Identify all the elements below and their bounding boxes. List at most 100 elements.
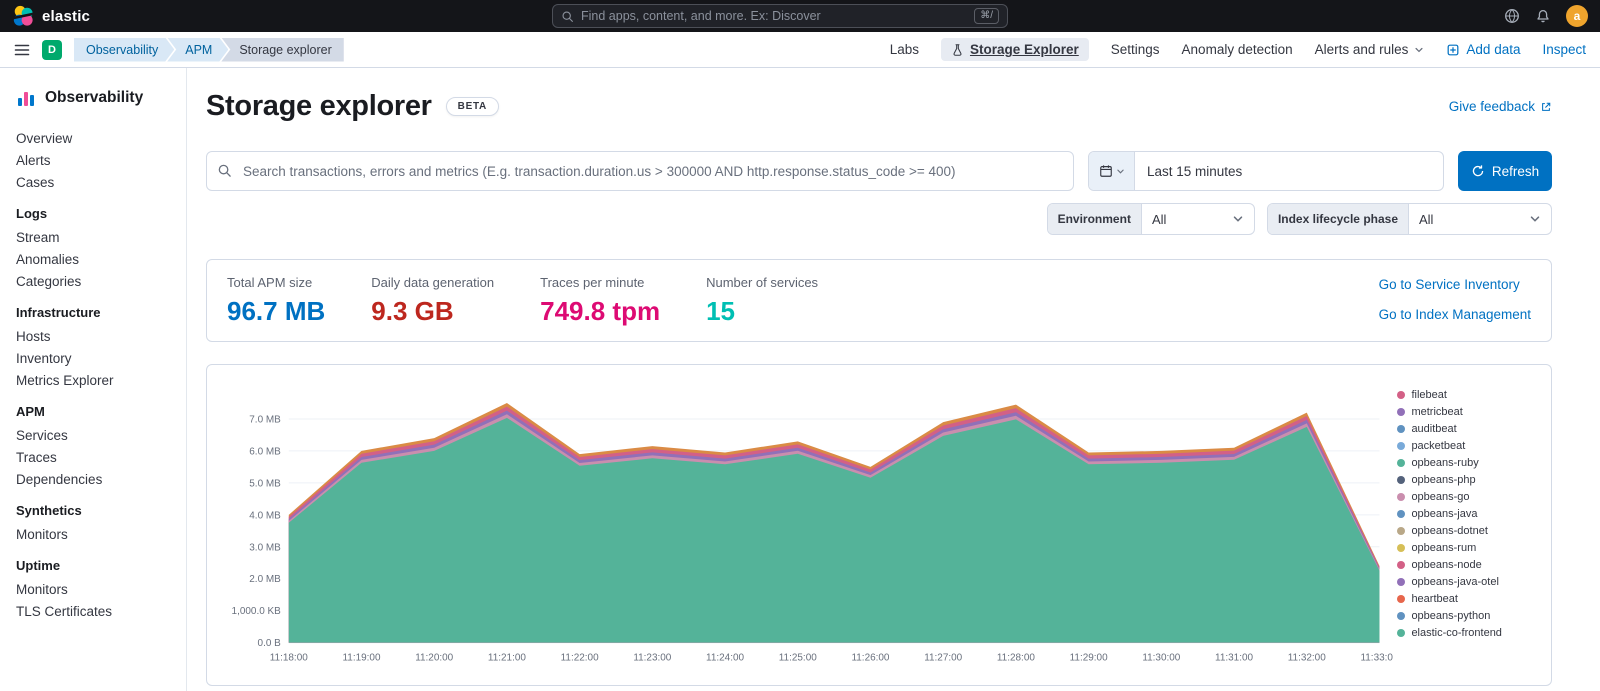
inspect-button[interactable]: Inspect bbox=[1542, 42, 1586, 57]
svg-text:11:20:00: 11:20:00 bbox=[415, 653, 453, 664]
give-feedback-link[interactable]: Give feedback bbox=[1449, 99, 1552, 114]
legend-label: opbeans-java-otel bbox=[1411, 576, 1498, 588]
tab-settings[interactable]: Settings bbox=[1111, 42, 1160, 57]
ilm-select[interactable]: All bbox=[1409, 204, 1551, 234]
kql-search-input[interactable] bbox=[206, 151, 1074, 191]
environment-select[interactable]: All bbox=[1142, 204, 1254, 234]
sidebar-item-monitors[interactable]: Monitors bbox=[16, 583, 170, 596]
breadcrumb-apm[interactable]: APM bbox=[167, 38, 228, 62]
legend-dot bbox=[1397, 510, 1405, 518]
sidebar-item-inventory[interactable]: Inventory bbox=[16, 352, 170, 365]
svg-text:11:29:00: 11:29:00 bbox=[1070, 653, 1108, 664]
sidebar-item-monitors[interactable]: Monitors bbox=[16, 528, 170, 541]
main-content: Storage explorer BETA Give feedback Last… bbox=[188, 68, 1600, 691]
tab-alerts-and-rules[interactable]: Alerts and rules bbox=[1315, 42, 1425, 57]
notifications-icon[interactable] bbox=[1535, 8, 1551, 24]
svg-text:11:21:00: 11:21:00 bbox=[488, 653, 526, 664]
legend-item-elastic-co-frontend[interactable]: elastic-co-frontend bbox=[1397, 627, 1543, 639]
time-range-value[interactable]: Last 15 minutes bbox=[1135, 152, 1242, 190]
observability-logo-icon bbox=[16, 88, 36, 108]
svg-text:11:18:00: 11:18:00 bbox=[270, 653, 308, 664]
svg-text:0.0 B: 0.0 B bbox=[258, 638, 282, 649]
sidebar-item-metrics-explorer[interactable]: Metrics Explorer bbox=[16, 374, 170, 387]
tab-label: Storage Explorer bbox=[970, 42, 1079, 57]
svg-text:11:28:00: 11:28:00 bbox=[997, 653, 1035, 664]
stat-label: Total APM size bbox=[227, 275, 325, 290]
legend-label: heartbeat bbox=[1411, 593, 1457, 605]
sidebar: Observability Overview Alerts Cases Logs Str… bbox=[0, 68, 187, 691]
ilm-filter-label: Index lifecycle phase bbox=[1268, 204, 1409, 234]
beta-badge: BETA bbox=[446, 97, 499, 116]
legend-item-heartbeat[interactable]: heartbeat bbox=[1397, 593, 1543, 605]
add-data-button[interactable]: Add data bbox=[1446, 42, 1520, 57]
legend-item-opbeans-go[interactable]: opbeans-go bbox=[1397, 491, 1543, 503]
stat-value: 749.8 tpm bbox=[540, 298, 660, 324]
legend-item-opbeans-python[interactable]: opbeans-python bbox=[1397, 610, 1543, 622]
legend-dot bbox=[1397, 408, 1405, 416]
svg-text:1,000.0 KB: 1,000.0 KB bbox=[232, 606, 282, 617]
storage-timeseries-chart[interactable]: 0.0 B1,000.0 KB2.0 MB3.0 MB4.0 MB5.0 MB6… bbox=[217, 375, 1393, 675]
search-icon bbox=[217, 163, 232, 178]
keyboard-shortcut-badge: ⌘/ bbox=[974, 8, 999, 24]
global-search[interactable]: ⌘/ bbox=[552, 4, 1008, 28]
date-quick-select-button[interactable] bbox=[1089, 152, 1135, 190]
legend-label: opbeans-python bbox=[1411, 610, 1490, 622]
legend-item-opbeans-java-otel[interactable]: opbeans-java-otel bbox=[1397, 576, 1543, 588]
legend-item-opbeans-dotnet[interactable]: opbeans-dotnet bbox=[1397, 525, 1543, 537]
sidebar-item-overview[interactable]: Overview bbox=[16, 132, 170, 145]
tab-labs[interactable]: Labs bbox=[890, 42, 919, 57]
sidebar-item-alerts[interactable]: Alerts bbox=[16, 154, 170, 167]
sidebar-item-hosts[interactable]: Hosts bbox=[16, 330, 170, 343]
sidebar-header: Observability bbox=[16, 88, 170, 108]
global-search-input[interactable] bbox=[581, 9, 967, 23]
sidebar-item-services[interactable]: Services bbox=[16, 429, 170, 442]
summary-stats-panel: Total APM size 96.7 MB Daily data genera… bbox=[206, 259, 1552, 342]
stat-label: Number of services bbox=[706, 275, 818, 290]
brand-area[interactable]: elastic bbox=[12, 5, 90, 27]
storage-chart-panel: 0.0 B1,000.0 KB2.0 MB3.0 MB4.0 MB5.0 MB6… bbox=[206, 364, 1552, 686]
legend-item-opbeans-ruby[interactable]: opbeans-ruby bbox=[1397, 457, 1543, 469]
sidebar-item-dependencies[interactable]: Dependencies bbox=[16, 473, 170, 486]
tab-storage-explorer[interactable]: Storage Explorer bbox=[941, 38, 1089, 61]
sidebar-item-cases[interactable]: Cases bbox=[16, 176, 170, 189]
menu-icon[interactable] bbox=[14, 42, 30, 58]
legend-label: packetbeat bbox=[1411, 440, 1465, 452]
refresh-button[interactable]: Refresh bbox=[1458, 151, 1552, 191]
chevron-down-icon bbox=[1529, 213, 1541, 225]
sidebar-title: Observability bbox=[45, 89, 143, 107]
legend-item-opbeans-php[interactable]: opbeans-php bbox=[1397, 474, 1543, 486]
sidebar-item-stream[interactable]: Stream bbox=[16, 231, 170, 244]
legend-item-filebeat[interactable]: filebeat bbox=[1397, 389, 1543, 401]
legend-item-packetbeat[interactable]: packetbeat bbox=[1397, 440, 1543, 452]
date-picker: Last 15 minutes bbox=[1088, 151, 1444, 191]
space-badge[interactable]: D bbox=[42, 40, 62, 60]
search-icon bbox=[561, 10, 574, 23]
legend-dot bbox=[1397, 595, 1405, 603]
sidebar-item-categories[interactable]: Categories bbox=[16, 275, 170, 288]
filter-controls: Environment All Index lifecycle phase Al… bbox=[206, 203, 1552, 235]
legend-item-opbeans-node[interactable]: opbeans-node bbox=[1397, 559, 1543, 571]
sidebar-item-tls-certificates[interactable]: TLS Certificates bbox=[16, 605, 170, 618]
feedback-label: Give feedback bbox=[1449, 99, 1535, 114]
stat-traces-per-minute: Traces per minute 749.8 tpm bbox=[540, 275, 660, 324]
svg-text:5.0 MB: 5.0 MB bbox=[249, 478, 281, 489]
legend-item-opbeans-java[interactable]: opbeans-java bbox=[1397, 508, 1543, 520]
ilm-value: All bbox=[1419, 212, 1433, 227]
user-avatar[interactable]: a bbox=[1566, 5, 1588, 27]
environment-filter: Environment All bbox=[1047, 203, 1255, 235]
legend-label: auditbeat bbox=[1411, 423, 1456, 435]
legend-item-auditbeat[interactable]: auditbeat bbox=[1397, 423, 1543, 435]
sidebar-item-anomalies[interactable]: Anomalies bbox=[16, 253, 170, 266]
go-to-service-inventory-link[interactable]: Go to Service Inventory bbox=[1379, 277, 1531, 292]
go-to-index-management-link[interactable]: Go to Index Management bbox=[1379, 307, 1531, 322]
legend-item-opbeans-rum[interactable]: opbeans-rum bbox=[1397, 542, 1543, 554]
help-icon[interactable] bbox=[1504, 8, 1520, 24]
breadcrumb-observability[interactable]: Observability bbox=[74, 38, 174, 62]
legend-item-metricbeat[interactable]: metricbeat bbox=[1397, 406, 1543, 418]
legend-label: opbeans-java bbox=[1411, 508, 1477, 520]
sidebar-item-traces[interactable]: Traces bbox=[16, 451, 170, 464]
tab-anomaly-detection[interactable]: Anomaly detection bbox=[1182, 42, 1293, 57]
stat-value: 96.7 MB bbox=[227, 298, 325, 324]
breadcrumb-storage-explorer: Storage explorer bbox=[221, 38, 343, 62]
sidebar-section-heading: Logs bbox=[16, 206, 170, 221]
